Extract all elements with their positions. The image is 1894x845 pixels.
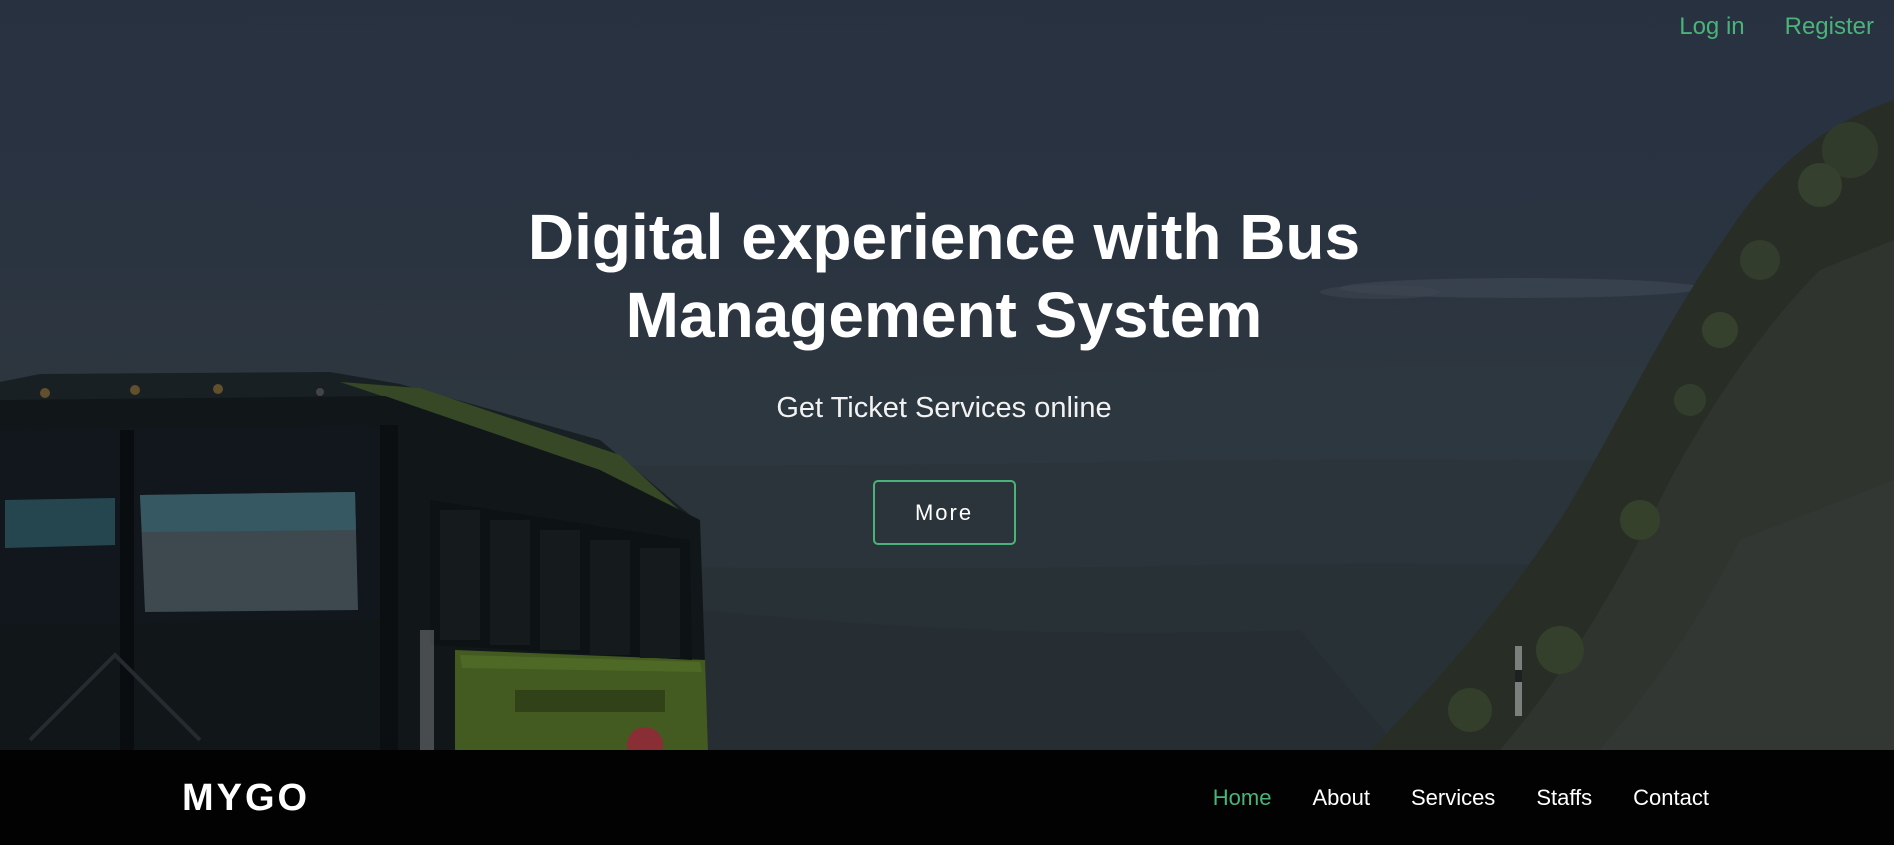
login-link[interactable]: Log in: [1679, 12, 1744, 42]
hero-section: Log in Register Digital experience with …: [0, 0, 1894, 750]
main-navbar: MYGO Home About Services Staffs Contact: [0, 750, 1894, 845]
auth-links: Log in Register: [1679, 12, 1874, 42]
nav-item-contact[interactable]: Contact: [1633, 784, 1709, 812]
brand-logo[interactable]: MYGO: [182, 776, 310, 820]
nav-item-staffs[interactable]: Staffs: [1536, 784, 1592, 812]
hero-subtitle: Get Ticket Services online: [776, 392, 1112, 424]
hero-title: Digital experience with Bus Management S…: [527, 201, 1361, 351]
landing-page: Log in Register Digital experience with …: [0, 0, 1894, 845]
register-link[interactable]: Register: [1785, 12, 1874, 42]
nav-menu: Home About Services Staffs Contact: [1213, 784, 1709, 812]
hero-content: Digital experience with Bus Management S…: [0, 198, 1888, 545]
nav-item-home[interactable]: Home: [1213, 784, 1272, 812]
nav-item-services[interactable]: Services: [1411, 784, 1495, 812]
nav-item-about[interactable]: About: [1312, 784, 1370, 812]
more-button[interactable]: More: [872, 480, 1016, 545]
